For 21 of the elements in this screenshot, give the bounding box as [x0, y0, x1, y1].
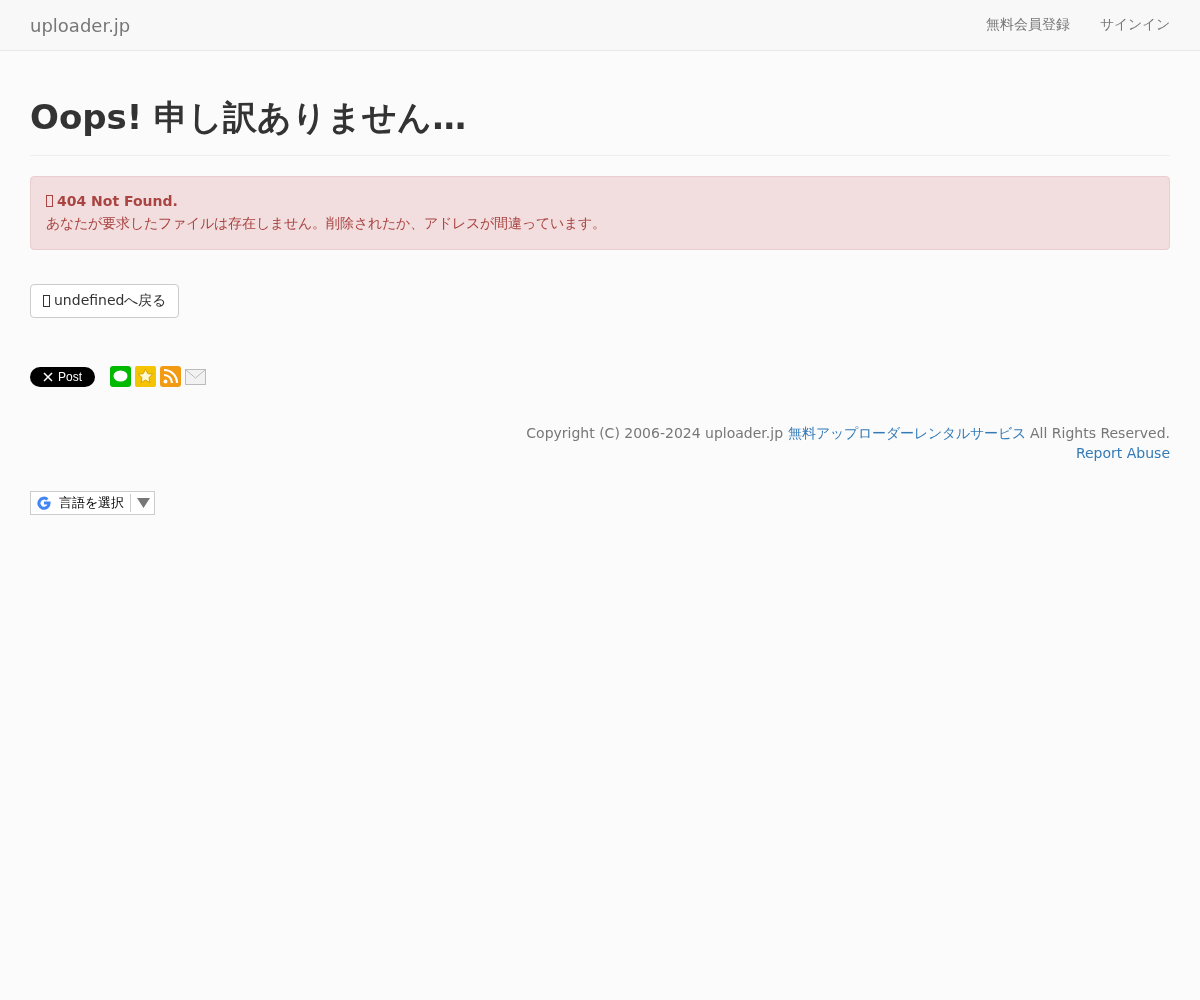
copyright-text: Copyright (C) 2006-2024 uploader.jp 無料アップローダーレンタルサービス All Rights Reserved.	[525, 424, 1170, 443]
missing-glyph-icon	[46, 195, 53, 207]
back-button[interactable]: undefinedへ戻る	[30, 284, 180, 318]
star-icon[interactable]	[135, 366, 156, 387]
missing-glyph-icon	[43, 295, 50, 307]
nav-link[interactable]: 無料会員登録	[986, 16, 1070, 34]
x-logo-icon	[43, 371, 53, 382]
alert-title: 404 Not Found.	[57, 193, 178, 209]
page-heading: Oops! 申し訳ありません…	[30, 95, 1170, 156]
rental-service-link[interactable]: 無料アップローダーレンタルサービス	[787, 425, 1026, 441]
post-button[interactable]: Post	[30, 366, 95, 387]
envelope-icon[interactable]	[185, 366, 206, 387]
language-select[interactable]: 言語を選択	[30, 491, 155, 515]
report-abuse-link[interactable]: Report Abuse	[1075, 445, 1170, 461]
caret-icon	[137, 498, 150, 508]
nav-link[interactable]: サインイン	[1100, 16, 1170, 34]
alert-message: あなたが要求したファイルは存在しません。削除されたか、アドレスが間違っています。	[46, 215, 607, 233]
chat-bubble-icon[interactable]	[110, 366, 131, 387]
google-g-icon	[35, 494, 53, 512]
rss-icon[interactable]	[160, 366, 181, 387]
brand-link[interactable]: uploader.jp	[30, 14, 131, 36]
